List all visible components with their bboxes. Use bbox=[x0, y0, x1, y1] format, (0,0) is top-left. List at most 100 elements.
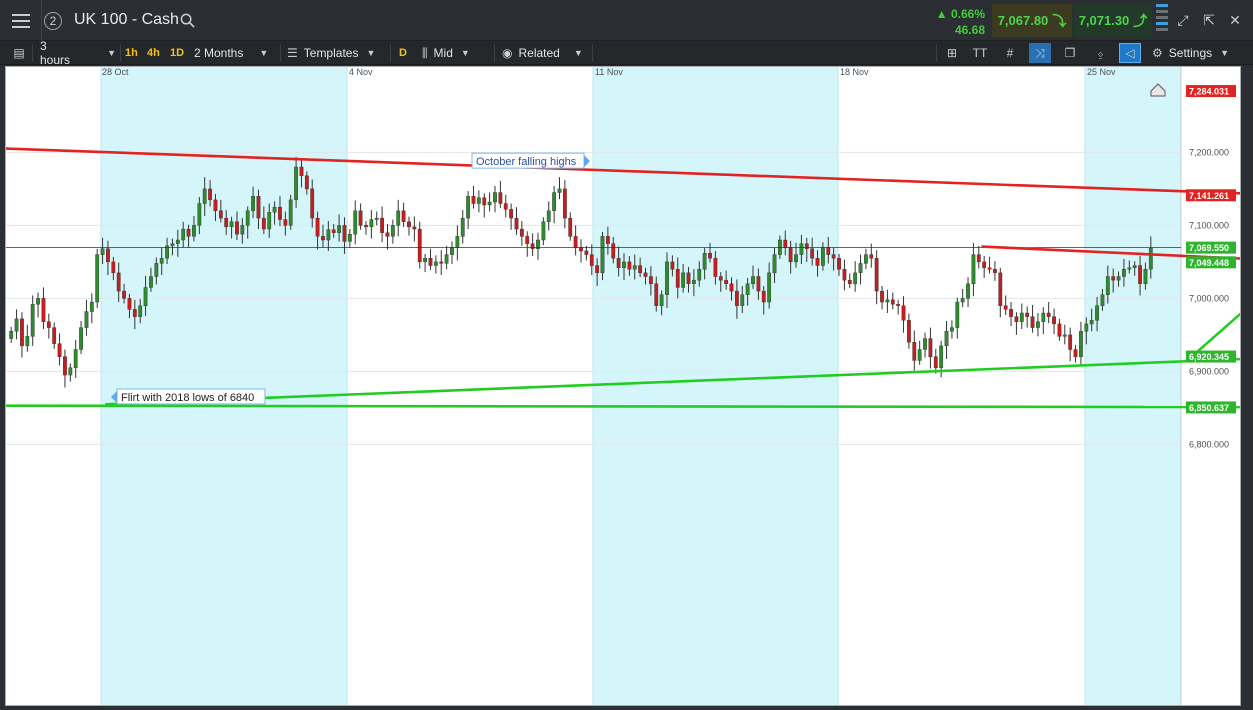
settings-label: Settings bbox=[1168, 46, 1213, 60]
expand-icon[interactable]: ⤢ bbox=[1170, 0, 1196, 41]
candle-body bbox=[192, 225, 196, 237]
top-bar: 2 UK 100 - Cash ▲ 0.66% 46.68 7,067.80 ⤵ … bbox=[0, 0, 1253, 41]
candle-body bbox=[821, 247, 825, 266]
candle-body bbox=[799, 243, 804, 255]
price-type-dropdown[interactable]: ⫼ Mid ▼ bbox=[422, 41, 488, 65]
price-badge-label: 7,069.550 bbox=[1189, 243, 1229, 253]
candle-body bbox=[482, 197, 487, 206]
candle-body bbox=[874, 258, 879, 292]
layers-icon[interactable]: ❐ bbox=[1059, 43, 1081, 63]
candle-body bbox=[466, 195, 471, 219]
candle-body bbox=[541, 221, 546, 241]
candle-body bbox=[788, 247, 793, 263]
timeframe-1d[interactable]: 1D bbox=[170, 41, 184, 65]
buy-price-button[interactable]: 7,071.30 ⤴ bbox=[1074, 4, 1152, 37]
candle-body bbox=[229, 221, 234, 228]
candle-body bbox=[25, 336, 30, 347]
date-axis-label: 4 Nov bbox=[349, 67, 373, 77]
candle-body bbox=[278, 206, 282, 220]
candle-body bbox=[294, 166, 298, 201]
candle-body bbox=[1068, 334, 1073, 350]
candle-body bbox=[1009, 309, 1013, 317]
templates-label: Templates bbox=[303, 46, 359, 60]
candle-body bbox=[423, 258, 428, 263]
candle-body bbox=[1019, 312, 1024, 322]
candle-body bbox=[993, 268, 997, 274]
candle-body bbox=[14, 318, 19, 332]
chevron-down-icon: ▼ bbox=[1220, 48, 1230, 58]
change-percent-value: 0.66% bbox=[950, 7, 985, 21]
text-tool-icon[interactable]: TT bbox=[969, 43, 991, 63]
candle-body bbox=[896, 304, 901, 306]
eye-icon: ◉ bbox=[502, 46, 513, 60]
candle-body bbox=[401, 210, 406, 222]
chart-canvas[interactable]: 7,200.000 7,100.000 7,000.000 6,900.000 6,80… bbox=[6, 67, 1240, 705]
candle-body bbox=[917, 349, 922, 361]
candle-body bbox=[326, 229, 331, 241]
candle-body bbox=[869, 254, 874, 259]
candle-body bbox=[100, 248, 105, 255]
close-icon[interactable]: ✕ bbox=[1222, 0, 1248, 41]
chevron-down-icon: ▼ bbox=[259, 48, 269, 58]
candle-body bbox=[20, 318, 24, 347]
related-label: Related bbox=[518, 46, 560, 60]
candle-body bbox=[589, 254, 594, 266]
candle-body bbox=[525, 236, 530, 244]
candle-body bbox=[622, 261, 626, 268]
candle-body bbox=[1062, 334, 1067, 337]
range-label: 2 Months bbox=[194, 46, 244, 60]
draw-tool-icon[interactable]: ⤨ bbox=[1029, 43, 1051, 63]
candle-body bbox=[1116, 276, 1121, 281]
candle-body bbox=[283, 219, 288, 226]
interval-dropdown[interactable]: 3 hours ▼ bbox=[40, 39, 116, 67]
search-icon[interactable] bbox=[178, 0, 196, 41]
trendline-green bbox=[6, 404, 1240, 409]
price-axis-label: 7,100.000 bbox=[1189, 220, 1229, 230]
candle-body bbox=[756, 276, 761, 292]
candle-body bbox=[122, 290, 126, 299]
candle-body bbox=[73, 349, 78, 368]
candle-body bbox=[353, 210, 358, 235]
layout-indicator-icon[interactable] bbox=[1156, 4, 1168, 37]
candle-body bbox=[57, 343, 62, 358]
candle-body bbox=[837, 258, 841, 270]
candle-body bbox=[713, 258, 718, 277]
hamburger-menu-icon[interactable] bbox=[0, 0, 42, 41]
candle-body bbox=[310, 188, 315, 219]
chevron-down-icon: ▼ bbox=[460, 48, 470, 58]
panel-number-badge[interactable]: 2 bbox=[44, 12, 62, 30]
timeframe-1h[interactable]: 1h bbox=[125, 41, 138, 65]
candle-body bbox=[971, 254, 976, 285]
price-chart[interactable]: 7,200.000 7,100.000 7,000.000 6,900.000 6,80… bbox=[5, 66, 1241, 706]
d-toggle[interactable]: D bbox=[399, 41, 407, 65]
popout-icon[interactable]: ⇱ bbox=[1196, 0, 1222, 41]
price-axis-label: 6,800.000 bbox=[1189, 439, 1229, 449]
candle-body bbox=[272, 206, 277, 213]
candle-body bbox=[476, 197, 481, 204]
instrument-title[interactable]: UK 100 - Cash bbox=[74, 11, 179, 29]
timeframe-4h[interactable]: 4h bbox=[147, 41, 160, 65]
candle-body bbox=[681, 272, 686, 288]
candle-body bbox=[1105, 276, 1110, 295]
candle-body bbox=[907, 320, 911, 343]
sidebar-toggle-icon[interactable]: ▤ bbox=[8, 43, 30, 63]
price-axis-label: 7,000.000 bbox=[1189, 293, 1229, 303]
up-arrow-icon: ⤴ bbox=[1133, 12, 1148, 29]
candle-body bbox=[1084, 323, 1089, 332]
related-dropdown[interactable]: ◉ Related ▼ bbox=[502, 41, 588, 65]
settings-dropdown[interactable]: ⚙ Settings ▼ bbox=[1152, 41, 1247, 65]
grid-icon[interactable]: # bbox=[999, 43, 1021, 63]
range-dropdown[interactable]: 2 Months ▼ bbox=[194, 41, 276, 65]
sell-price-button[interactable]: 7,067.80 ⤵ bbox=[992, 4, 1072, 37]
candle-body bbox=[638, 265, 643, 274]
week-shade-band bbox=[101, 67, 347, 705]
candle-body bbox=[1036, 321, 1040, 328]
templates-dropdown[interactable]: ☰ Templates ▼ bbox=[287, 41, 383, 65]
tag-icon[interactable]: ◁ bbox=[1119, 43, 1141, 63]
candle-body bbox=[175, 239, 180, 244]
candle-body bbox=[256, 195, 261, 219]
alert-icon[interactable]: ⍚ bbox=[1090, 43, 1112, 63]
candle-body bbox=[745, 283, 750, 295]
indicators-icon[interactable]: ⊞ bbox=[941, 43, 963, 63]
candle-body bbox=[708, 252, 712, 259]
